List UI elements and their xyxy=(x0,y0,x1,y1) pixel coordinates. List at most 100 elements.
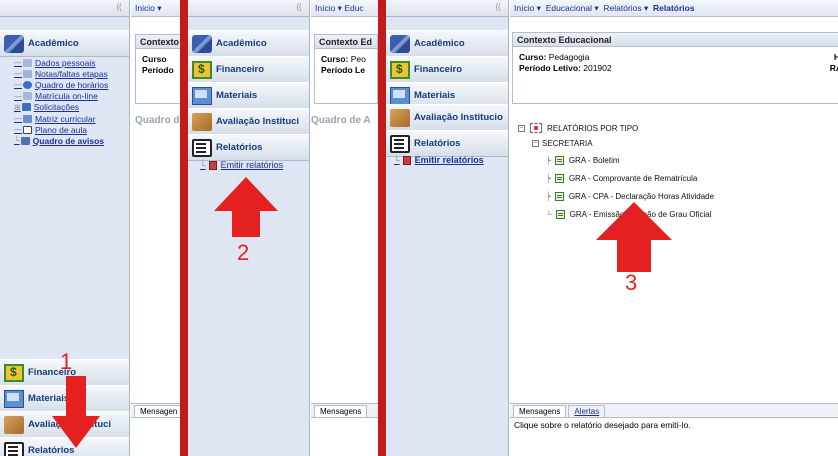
solicitacoes-icon xyxy=(21,103,31,112)
report-icon xyxy=(555,210,565,219)
clock-icon xyxy=(23,80,32,89)
panel-divider xyxy=(378,0,386,456)
tab-mensagens[interactable]: Mensagen xyxy=(134,405,180,417)
tree-item-solicitacoes[interactable]: ⊞ Solicitações xyxy=(14,102,129,113)
matricula-icon xyxy=(23,92,32,101)
context-box: Contexto Curso Período xyxy=(135,34,180,104)
reports-icon xyxy=(4,441,24,456)
module-relatorios[interactable]: Relatórios xyxy=(188,134,309,161)
evaluation-icon xyxy=(192,112,212,131)
curso-label: Curso: xyxy=(321,54,349,64)
report-item[interactable]: ┝ GRA - Comprovante de Rematrícula xyxy=(546,174,697,183)
module-relatorios[interactable]: Relatórios xyxy=(386,130,508,157)
sidebar-header: ⟨⟨ xyxy=(188,0,309,17)
periodo-label: Período Le xyxy=(321,65,365,75)
module-avaliacao[interactable]: Avaliação Institucio xyxy=(386,104,508,131)
curso-value: Peo xyxy=(350,54,366,64)
tree-item-matricula[interactable]: — Matrícula on-line xyxy=(14,91,129,102)
crumb-inicio[interactable]: Início ▾ xyxy=(514,3,541,14)
tree-item-plano-aula[interactable]: — Plano de aula xyxy=(14,124,129,135)
module-materiais[interactable]: Materiais xyxy=(188,82,309,109)
emitir-relatorios-link[interactable]: └ Emitir relatórios xyxy=(394,155,484,165)
breadcrumb: Início ▾ Educacional ▾ Relatórios ▾ Rela… xyxy=(510,0,838,17)
report-icon xyxy=(554,156,564,165)
academico-icon xyxy=(192,34,212,53)
tree-item-dados-pessoais[interactable]: — Dados pessoais xyxy=(14,57,129,68)
money-icon xyxy=(4,363,24,382)
module-academico[interactable]: Acadêmico xyxy=(386,30,508,57)
tree-item-quadro-horarios[interactable]: — Quadro de horários xyxy=(14,79,129,90)
quadro-heading: Quadro de A xyxy=(311,115,371,126)
module-avaliacao[interactable]: Avaliação Instituci xyxy=(188,108,309,135)
periodo-label: Período Letivo: xyxy=(519,63,581,73)
module-financeiro[interactable]: Financeiro xyxy=(188,56,309,83)
report-item[interactable]: ┝ GRA - CPA - Declaração Horas Atividade xyxy=(546,192,714,201)
tree-folder-secretaria[interactable]: − SECRETARIA xyxy=(532,139,593,148)
context-box: Contexto Educacional Curso: Pedagogia Pe… xyxy=(512,32,838,104)
content-area: Início ▾ Educ Contexto Ed Curso: Peo Per… xyxy=(311,0,378,456)
book-icon xyxy=(23,125,32,134)
tab-mensagens[interactable]: Mensagens xyxy=(513,405,567,417)
materials-icon xyxy=(4,389,24,408)
content-area: Início ▾ Educacional ▾ Relatórios ▾ Rela… xyxy=(510,0,838,456)
tab-alertas[interactable]: Alertas xyxy=(568,405,606,417)
tree-item-quadro-avisos[interactable]: └ Quadro de avisos xyxy=(14,135,129,146)
context-title: Contexto Ed xyxy=(315,35,377,49)
periodo-value: 201902 xyxy=(583,63,612,73)
tab-mensagens[interactable]: Mensagens xyxy=(314,405,368,417)
report-doc-icon xyxy=(208,160,217,170)
messages-bar: Mensagens xyxy=(311,403,378,456)
collapse-icon[interactable]: ⟨⟨ xyxy=(495,2,501,13)
crumb-educacional[interactable]: Educacional ▾ xyxy=(546,3,599,14)
messages-bar: Mensagens Alertas Clique sobre o relatór… xyxy=(510,403,838,456)
step-3-label: 3 xyxy=(625,270,638,295)
tree-item-notas-faltas[interactable]: — Notas/faltas etapas xyxy=(14,68,129,79)
report-icon xyxy=(554,192,564,201)
context-box: Contexto Ed Curso: Peo Período Le xyxy=(314,34,378,104)
emitir-relatorios-link[interactable]: └ Emitir relatórios xyxy=(200,160,283,170)
materials-icon xyxy=(390,86,410,105)
module-academico[interactable]: Acadêmico xyxy=(0,30,129,57)
collapse-icon[interactable]: ⟨⟨ xyxy=(116,2,122,13)
money-icon xyxy=(192,60,212,79)
content-area: Inicio ▾ Contexto Curso Período Quadro d… xyxy=(131,0,180,456)
report-icon xyxy=(554,174,564,183)
evaluation-icon xyxy=(390,108,410,127)
academico-tree: — Dados pessoais — Notas/faltas etapas — Qu… xyxy=(0,57,129,147)
step-1-label: 1 xyxy=(60,349,73,374)
right-h-label: H xyxy=(833,52,838,62)
sidebar: ⟨⟨ Acadêmico Financeiro Materiais Avalia… xyxy=(386,0,509,456)
step-2-label: 2 xyxy=(237,240,250,265)
money-icon xyxy=(390,60,410,79)
module-financeiro[interactable]: Financeiro xyxy=(386,56,508,83)
report-item[interactable]: ┝ GRA - Boletim xyxy=(546,156,620,165)
arrow-up-icon xyxy=(596,202,672,272)
pencil-icon xyxy=(23,114,32,123)
periodo-label: Período xyxy=(142,65,174,75)
message-text: Clique sobre o relatório desejado para e… xyxy=(514,420,691,430)
avisos-icon xyxy=(20,136,30,145)
collapse-folder-icon[interactable]: − xyxy=(532,140,539,147)
collapse-icon[interactable]: ⟨⟨ xyxy=(296,2,302,13)
reports-icon xyxy=(192,138,212,157)
report-doc-icon xyxy=(402,155,411,165)
curso-value: Pedagogia xyxy=(548,52,590,62)
curso-label: Curso xyxy=(142,54,167,64)
breadcrumb[interactable]: Início ▾ Educ xyxy=(311,0,378,17)
panel-divider xyxy=(180,0,188,456)
reports-root-icon xyxy=(530,123,542,133)
crumb-relatorios[interactable]: Relatórios ▾ xyxy=(603,3,648,14)
dados-pessoais-icon xyxy=(23,58,32,67)
tree-item-matriz[interactable]: — Matriz curricular xyxy=(14,113,129,124)
module-academico[interactable]: Acadêmico xyxy=(188,30,309,57)
collapse-root-icon[interactable]: − xyxy=(518,124,525,132)
right-ra-label: RA xyxy=(829,63,838,73)
messages-bar: Mensagen xyxy=(131,403,180,456)
tree-root[interactable]: − RELATÓRIOS POR TIPO xyxy=(518,123,638,133)
arrow-up-icon xyxy=(214,177,278,237)
academico-icon xyxy=(4,34,24,53)
breadcrumb[interactable]: Inicio ▾ xyxy=(131,0,180,17)
context-title: Contexto Educacional xyxy=(513,33,838,47)
crumb-current: Relatórios xyxy=(653,3,695,13)
sidebar-header: ⟨⟨ xyxy=(0,0,129,17)
